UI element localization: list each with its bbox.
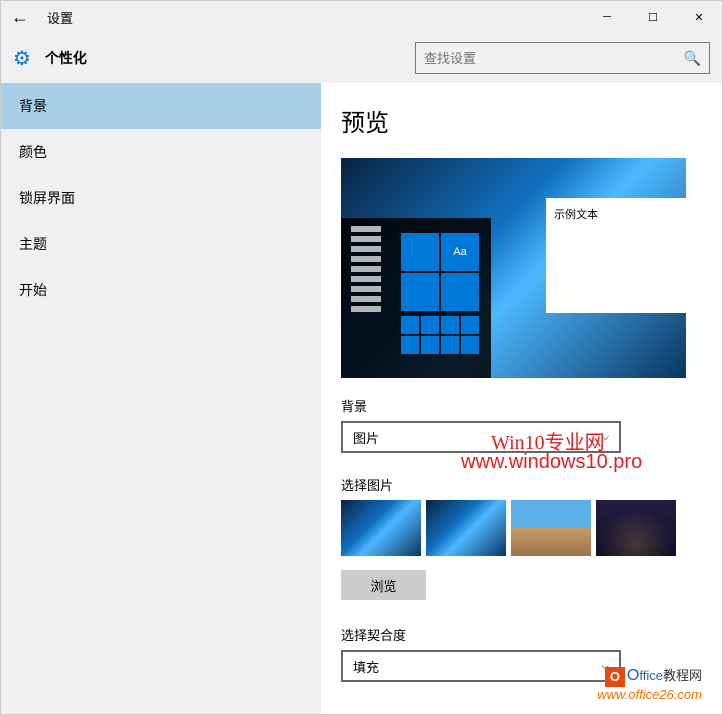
sidebar-item-themes[interactable]: 主题 — [1, 221, 321, 267]
back-button[interactable]: ← — [11, 7, 29, 28]
browse-label: 浏览 — [370, 579, 396, 594]
fit-select[interactable]: 填充 ⌵ — [341, 650, 621, 682]
sidebar-item-start[interactable]: 开始 — [1, 267, 321, 313]
brand-o: O — [627, 667, 639, 684]
minimize-button[interactable]: ─ — [584, 1, 630, 33]
thumbnail-3[interactable] — [511, 500, 591, 556]
preview-tile-aa: Aa — [441, 233, 479, 271]
thumbnail-2[interactable] — [426, 500, 506, 556]
choose-picture-label: 选择图片 — [341, 475, 712, 494]
footer-url: www.office26.com — [597, 687, 702, 702]
logo-icon: O — [605, 667, 625, 687]
close-button[interactable]: ✕ — [676, 1, 722, 33]
footer-logo: OOffice教程网 www.office26.com — [597, 665, 702, 702]
background-label: 背景 — [341, 396, 712, 415]
thumbnail-1[interactable] — [341, 500, 421, 556]
window-title: 设置 — [47, 8, 73, 27]
maximize-button[interactable]: ☐ — [630, 1, 676, 33]
titlebar: ← 设置 ─ ☐ ✕ — [1, 1, 722, 33]
background-value: 图片 — [353, 428, 379, 447]
sidebar-item-label: 开始 — [19, 282, 47, 298]
preview-sample-window: 示例文本 — [546, 198, 686, 313]
sidebar-item-lockscreen[interactable]: 锁屏界面 — [1, 175, 321, 221]
fit-label: 选择契合度 — [341, 625, 712, 644]
picture-thumbnails — [341, 500, 712, 556]
chevron-down-icon: ⌵ — [601, 432, 609, 443]
brand-cn: 教程网 — [663, 668, 702, 683]
browse-button[interactable]: 浏览 — [341, 570, 426, 600]
sidebar-item-colors[interactable]: 颜色 — [1, 129, 321, 175]
desktop-preview: Aa 示例文本 — [341, 158, 686, 378]
search-box[interactable]: 🔍 — [415, 42, 710, 74]
background-select[interactable]: 图片 ⌵ — [341, 421, 621, 453]
gear-icon: ⚙ — [13, 46, 31, 71]
header-section-label: 个性化 — [45, 48, 87, 68]
sidebar: 背景 颜色 锁屏界面 主题 开始 — [1, 83, 321, 714]
preview-title: 预览 — [341, 103, 712, 138]
preview-start-menu: Aa — [341, 218, 491, 378]
sidebar-item-background[interactable]: 背景 — [1, 83, 321, 129]
search-icon: 🔍 — [684, 50, 701, 67]
sidebar-item-label: 颜色 — [19, 144, 47, 160]
fit-value: 填充 — [353, 657, 379, 676]
sample-text: 示例文本 — [554, 209, 598, 221]
sidebar-item-label: 背景 — [19, 98, 47, 114]
brand-rest: ffice — [639, 668, 663, 683]
thumbnail-4[interactable] — [596, 500, 676, 556]
sidebar-item-label: 主题 — [19, 236, 47, 252]
header: ⚙ 个性化 🔍 — [1, 33, 722, 83]
sidebar-item-label: 锁屏界面 — [19, 190, 75, 206]
search-input[interactable] — [424, 51, 684, 66]
main-panel: 预览 Aa 示例文本 背景 — [321, 83, 722, 714]
